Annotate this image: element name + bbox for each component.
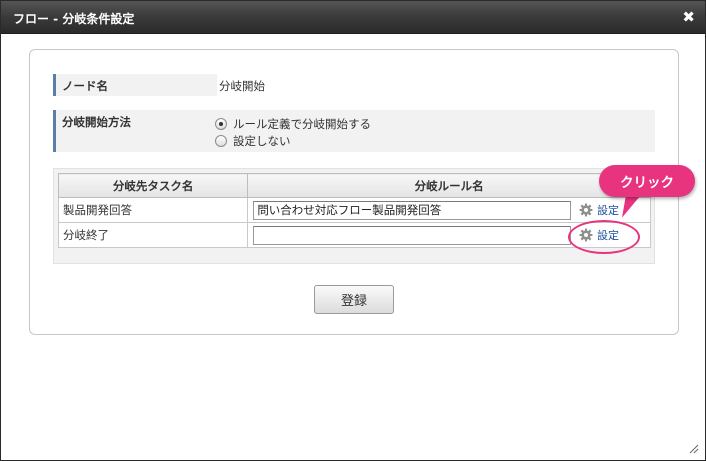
table-row: 製品開発回答 問い合わせ対応フロー製品開発回答 設定 [57, 197, 651, 223]
settings-panel: ノード名 分岐開始 分岐開始方法 ルール定義で分岐開始する 設定しない 分岐先タ… [29, 49, 679, 335]
node-name-label: ノード名 [62, 79, 108, 93]
flow-branch-condition-dialog: フロー - 分岐条件設定 ✖ ノード名 分岐開始 分岐開始方法 ルール定義で分岐… [0, 0, 706, 461]
radio-label-rule-definition: ルール定義で分岐開始する [233, 117, 371, 131]
click-callout: クリック [599, 165, 695, 197]
radio-option-no-setting[interactable]: 設定しない [215, 133, 291, 149]
dialog-titlebar: フロー - 分岐条件設定 ✖ [1, 1, 705, 34]
radio-selected[interactable] [215, 118, 227, 130]
radio-label-no-setting: 設定しない [233, 134, 291, 148]
resize-grip-icon[interactable] [689, 444, 699, 454]
table-row: 分岐終了 設定 [57, 222, 651, 248]
rule-name-input[interactable] [253, 200, 572, 220]
branch-table-container: 分岐先タスク名 分岐ルール名 製品開発回答 問い合わせ対応フロー製品開発回答 設… [53, 168, 655, 264]
header-branch-rule: 分岐ルール名 [247, 173, 651, 198]
dialog-title: フロー - 分岐条件設定 [13, 12, 135, 26]
task-name-cell: 製品開発回答 [57, 197, 249, 223]
header-branch-task: 分岐先タスク名 [57, 173, 249, 198]
register-button[interactable]: 登録 [314, 285, 394, 314]
radio-unselected[interactable] [215, 135, 227, 147]
branch-method-options: ルール定義で分岐開始する 設定しない [211, 110, 655, 152]
rule-name-input[interactable] [253, 225, 572, 245]
highlight-ring [568, 220, 640, 254]
table-header-row: 分岐先タスク名 分岐ルール名 [57, 173, 651, 198]
radio-option-rule-definition[interactable]: ルール定義で分岐開始する [215, 116, 371, 132]
node-name-value-cell: 分岐開始 [217, 74, 655, 96]
branch-table: 分岐先タスク名 分岐ルール名 製品開発回答 問い合わせ対応フロー製品開発回答 設… [57, 173, 651, 248]
rule-cell: 設定 [247, 197, 651, 223]
gear-icon [579, 203, 593, 217]
set-rule-label: 設定 [596, 204, 619, 217]
task-name-cell: 分岐終了 [57, 222, 249, 248]
set-rule-button[interactable]: 設定 [579, 202, 619, 218]
branch-method-row: 分岐開始方法 ルール定義で分岐開始する 設定しない [53, 110, 655, 152]
node-name-row: ノード名 分岐開始 [53, 74, 655, 96]
branch-method-label: 分岐開始方法 [62, 115, 131, 129]
node-name-value: 分岐開始 [219, 79, 265, 93]
close-icon[interactable]: ✖ [682, 8, 695, 26]
